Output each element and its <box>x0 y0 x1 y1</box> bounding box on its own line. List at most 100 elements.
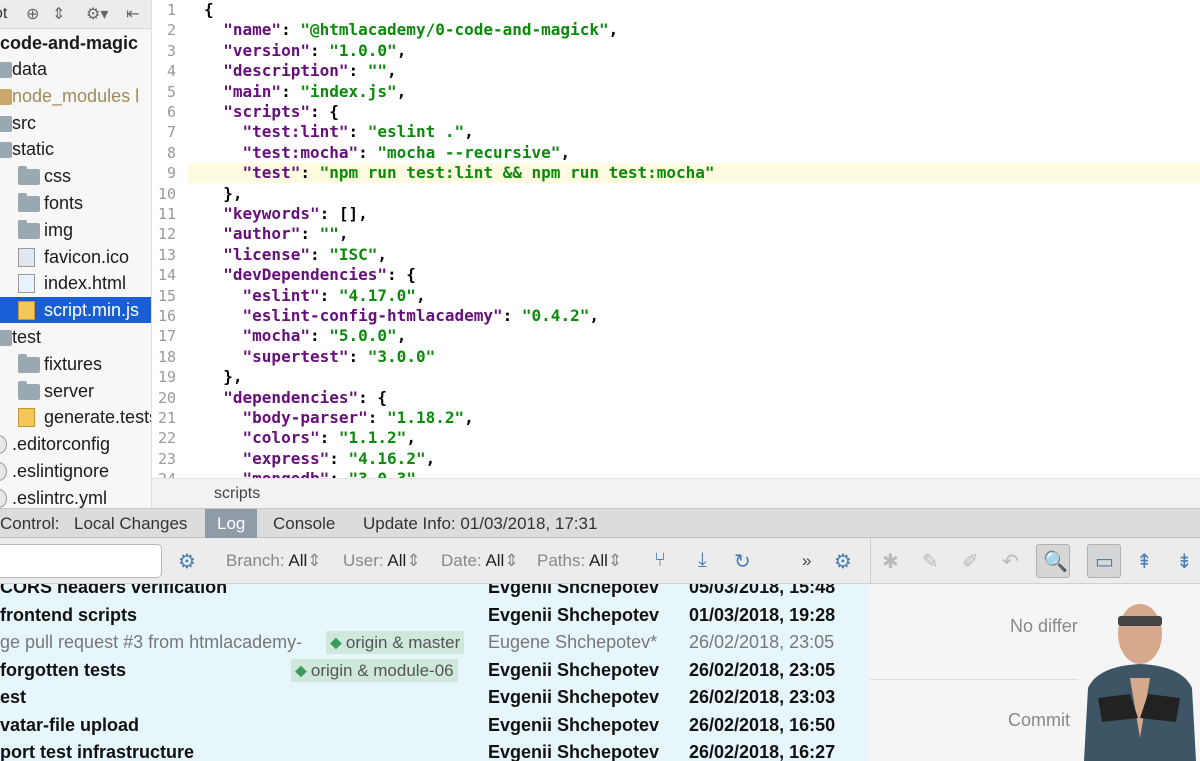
code-line[interactable]: "keywords": [], <box>204 204 368 224</box>
config-file-icon <box>0 435 7 455</box>
line-number: 11 <box>157 205 176 223</box>
image-file-icon <box>18 247 35 267</box>
settings-gear-icon[interactable]: ⚙ <box>834 549 852 574</box>
line-number: 12 <box>157 225 176 244</box>
tree-item-label: favicon.ico <box>44 246 130 267</box>
code-line[interactable]: }, <box>204 367 242 387</box>
expand-all-icon[interactable]: ⇞ <box>1136 549 1153 574</box>
log-row[interactable]: CORS headers verification Evgenii Shchepo… <box>0 584 870 601</box>
search-icon: 🔍 <box>1043 551 1068 573</box>
collapse-all-icon-2[interactable]: ⇟ <box>1176 549 1193 574</box>
code-line[interactable]: "version": "1.0.0", <box>204 41 406 61</box>
gear-icon[interactable]: ⚙▾ <box>86 4 108 24</box>
tab-log[interactable]: Log <box>205 509 258 538</box>
line-number: 7 <box>166 123 176 142</box>
code-line[interactable]: { <box>204 0 214 20</box>
commit-date: 26/02/2018, 16:27 <box>689 742 836 761</box>
tab-console[interactable]: Console <box>261 509 347 538</box>
edit-source-icon[interactable]: ✎ <box>922 549 939 574</box>
tree-root[interactable]: code-and-magic <box>0 30 138 56</box>
line-number: 22 <box>157 429 176 448</box>
paths-filter[interactable]: Paths: All⇕ <box>537 551 622 571</box>
tree-item-label: data <box>12 59 48 79</box>
tab-update-info[interactable]: Update Info: 01/03/2018, 17:31 <box>351 509 609 538</box>
code-line[interactable]: "colors": "1.1.2", <box>204 428 416 448</box>
log-row[interactable]: forgotten tests ⬥ origin & module-06 Evgeni… <box>0 657 870 684</box>
tag-icon: ⬥ <box>295 660 307 680</box>
commit-author: Eugene Shchepotev* <box>488 632 658 652</box>
breadcrumb: scripts <box>152 478 1200 508</box>
code-line[interactable]: "body-parser": "1.18.2", <box>204 408 474 428</box>
toolbar-divider <box>870 538 871 584</box>
details-toggle[interactable]: ▭ <box>1087 544 1121 578</box>
code-editor[interactable]: 123456789101112131415161718192021222324 … <box>152 0 1200 478</box>
config-file-icon <box>0 488 7 508</box>
code-line[interactable]: }, <box>204 184 242 204</box>
edit-commit-icon[interactable]: ✐ <box>962 549 979 574</box>
filter-settings-icon[interactable]: ⚙ <box>178 549 196 574</box>
commit-log-table[interactable]: CORS headers verification Evgenii Shchepo… <box>0 584 870 761</box>
code-line[interactable]: "license": "ISC", <box>204 245 387 265</box>
line-number: 24 <box>152 469 176 478</box>
user-filter[interactable]: User: All⇕ <box>343 551 421 571</box>
project-tree: ot ⊕ ⇕ ⚙▾ ⇤ code-and-magic data node_modu… <box>0 0 152 508</box>
locate-icon[interactable]: ⊕ <box>26 4 39 24</box>
code-line[interactable]: "devDependencies": { <box>204 265 416 285</box>
branch-graph-icon[interactable]: ⑂ <box>654 549 666 572</box>
tree-item-label: static <box>12 139 55 160</box>
js-file-icon <box>18 301 35 321</box>
tree-item[interactable]: script.min.js <box>0 297 151 324</box>
commit-message: ge pull request #3 from htmlacademy- <box>0 632 303 652</box>
tab-local-changes[interactable]: Local Changes <box>62 509 199 538</box>
html-file-icon <box>18 274 35 294</box>
code-line[interactable]: "eslint": "4.17.0", <box>204 286 426 306</box>
branch-filter[interactable]: Branch: All⇕ <box>226 551 322 571</box>
code-line[interactable]: "dependencies": { <box>204 388 387 408</box>
commit-author: Evgenii Shchepotev <box>488 687 660 707</box>
line-number: 23 <box>157 449 176 468</box>
hide-panel-icon[interactable]: ⇤ <box>126 4 139 24</box>
collapse-all-icon[interactable]: ⇕ <box>52 4 65 24</box>
date-filter[interactable]: Date: All⇕ <box>441 551 519 571</box>
presenter-video-overlay <box>1078 598 1200 761</box>
line-number: 16 <box>157 307 176 325</box>
line-gutter: 123456789101112131415161718192021222324 <box>152 0 188 478</box>
code-line[interactable]: "name": "@htmlacademy/0-code-and-magick"… <box>204 20 618 40</box>
code-line[interactable]: "author": "", <box>204 224 348 244</box>
log-row[interactable]: ge pull request #3 from htmlacademy- ⬥ ori… <box>0 629 870 656</box>
code-line[interactable]: "scripts": { <box>204 102 339 122</box>
log-toolbar: ⚙ Branch: All⇕ User: All⇕ Date: All⇕ Pat… <box>0 538 1200 584</box>
more-actions-icon[interactable]: » <box>802 551 811 571</box>
code-line[interactable]: "mongodb": "3.0.3" <box>204 469 416 478</box>
log-row[interactable]: frontend scripts Evgenii Shchepotev 01/03/… <box>0 602 870 629</box>
code-line[interactable]: "supertest": "3.0.0" <box>204 347 436 367</box>
log-row[interactable]: vatar-file upload Evgenii Shchepotev 26/02… <box>0 712 870 739</box>
refresh-icon[interactable]: ↻ <box>734 549 751 574</box>
log-row[interactable]: port test infrastructure Evgenii Shchepot… <box>0 739 870 761</box>
breadcrumb-item[interactable]: scripts <box>214 485 260 503</box>
code-line[interactable]: "eslint-config-htmlacademy": "0.4.2", <box>204 306 599 326</box>
commit-author: Evgenii Shchepotev <box>488 604 660 625</box>
line-number: 10 <box>157 184 176 203</box>
code-line[interactable]: "description": "", <box>204 61 396 81</box>
log-search-input[interactable] <box>0 544 162 578</box>
cherry-pick-icon[interactable]: ✱ <box>882 549 899 574</box>
commit-message: port test infrastructure <box>0 742 195 761</box>
diff-preview-toggle[interactable]: 🔍 <box>1036 544 1070 578</box>
folder-icon <box>18 380 40 400</box>
log-row[interactable]: est Evgenii Shchepotev 26/02/2018, 23:03 <box>0 684 870 711</box>
go-to-head-icon[interactable]: ⤓ <box>698 549 707 572</box>
code-line[interactable]: "test:lint": "eslint .", <box>204 122 474 142</box>
code-line[interactable]: "test:mocha": "mocha --recursive", <box>204 143 571 163</box>
branch-tag: ⬥ origin & module-06 <box>291 658 458 682</box>
code-line[interactable]: "main": "index.js", <box>204 82 406 102</box>
code-line[interactable]: "mocha": "5.0.0", <box>204 326 407 346</box>
code-line[interactable]: "test": "npm run test:lint && npm run te… <box>188 163 1200 184</box>
tree-item-label: test <box>12 327 42 347</box>
revert-icon[interactable]: ↶ <box>1002 549 1019 574</box>
tree-item-label: script.min.js <box>44 300 140 321</box>
tree-item-label: img <box>44 219 74 240</box>
line-number: 1 <box>166 1 176 19</box>
folder-icon <box>18 353 40 373</box>
code-line[interactable]: "express": "4.16.2", <box>204 449 436 469</box>
